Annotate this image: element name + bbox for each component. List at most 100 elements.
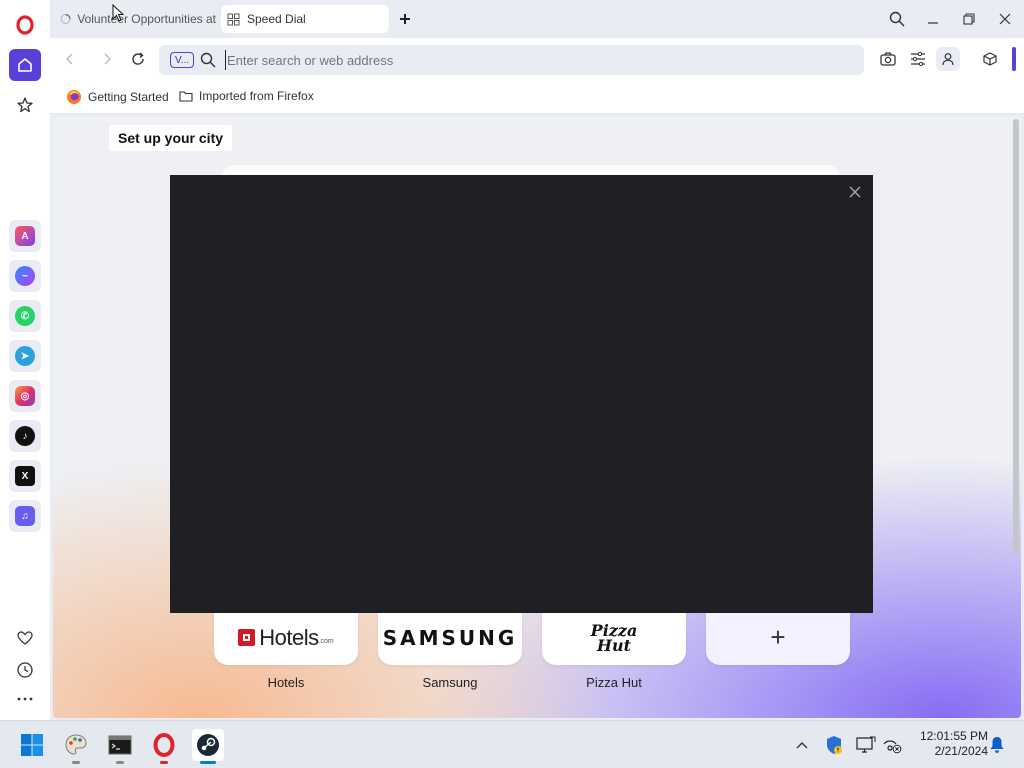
windows-logo-icon xyxy=(21,734,43,756)
arrow-left-icon xyxy=(66,53,73,65)
home-button[interactable] xyxy=(9,49,41,81)
tab-search-button[interactable] xyxy=(884,7,910,31)
taskbar-indicator xyxy=(116,761,124,764)
speed-dial-label: Pizza Hut xyxy=(586,675,642,690)
search-icon xyxy=(200,52,216,68)
modal-close-button[interactable] xyxy=(845,182,865,202)
mouse-cursor-icon xyxy=(112,4,124,22)
taskbar-clock[interactable]: 12:01:55 PM 2/21/2024 xyxy=(906,729,988,759)
minimize-button[interactable] xyxy=(920,7,946,31)
music-app-button[interactable]: ♫ xyxy=(9,500,41,532)
more-dots-icon xyxy=(17,697,33,701)
plus-icon: + xyxy=(770,622,786,652)
display-tray-button[interactable] xyxy=(852,729,880,761)
bell-icon xyxy=(990,737,1004,753)
taskbar-indicator xyxy=(72,761,80,764)
easy-setup-button[interactable] xyxy=(907,48,929,70)
firefox-icon xyxy=(67,90,81,104)
speed-dial-tile-samsung[interactable]: SAMSUNG xyxy=(378,610,522,665)
hotels-logo-suffix: .com xyxy=(318,638,334,645)
taskbar-terminal-app[interactable] xyxy=(104,729,136,761)
media-modal xyxy=(170,175,873,613)
forward-button[interactable] xyxy=(96,48,118,70)
heart-icon xyxy=(17,631,33,645)
x-app-button[interactable]: X xyxy=(9,460,41,492)
sidebar-accent-bar xyxy=(1012,47,1016,71)
bookmark-imported-firefox[interactable]: Imported from Firefox xyxy=(179,89,314,103)
user-icon xyxy=(942,53,954,66)
taskbar-paint-app[interactable] xyxy=(60,729,92,761)
restore-icon xyxy=(963,13,975,25)
favorites-button[interactable] xyxy=(9,622,41,654)
history-button[interactable] xyxy=(9,654,41,686)
restore-button[interactable] xyxy=(956,7,982,31)
windows-taskbar: 12:01:55 PM 2/21/2024 xyxy=(0,720,1024,768)
bookmark-label: Getting Started xyxy=(88,90,169,104)
sidebar: A ~ ✆ ➤ ◎ ♪ X ♫ xyxy=(0,0,50,720)
tab-speed-dial[interactable]: Speed Dial xyxy=(221,5,389,33)
home-icon xyxy=(18,58,32,72)
tab-strip: Volunteer Opportunities at Speed Dial xyxy=(50,0,1024,38)
pizza-hut-logo-text: Pizza Hut xyxy=(590,620,638,655)
whatsapp-icon: ✆ xyxy=(15,306,35,326)
camera-icon xyxy=(880,52,896,66)
instagram-icon: ◎ xyxy=(15,386,35,406)
paint-palette-icon xyxy=(65,734,87,755)
speed-dial-tile-pizza-hut[interactable]: Pizza Hut xyxy=(542,610,686,665)
opera-logo-icon xyxy=(153,733,175,757)
star-icon xyxy=(17,97,33,113)
close-window-button[interactable] xyxy=(992,7,1018,31)
bookmark-getting-started[interactable]: Getting Started xyxy=(66,89,169,105)
steam-icon xyxy=(197,734,219,756)
vpn-badge[interactable]: V... xyxy=(170,52,194,68)
instagram-app-button[interactable]: ◎ xyxy=(9,380,41,412)
telegram-app-button[interactable]: ➤ xyxy=(9,340,41,372)
page-scrollbar[interactable] xyxy=(1013,119,1019,554)
city-setup-prompt[interactable]: Set up your city xyxy=(109,125,233,151)
bookmarks-star-button[interactable] xyxy=(9,89,41,121)
reload-button[interactable] xyxy=(127,48,149,70)
security-tray-button[interactable] xyxy=(820,729,848,761)
plus-icon xyxy=(400,14,410,24)
close-icon xyxy=(849,186,861,198)
speed-dial-tile-hotels[interactable]: Hotels .com xyxy=(214,610,358,665)
new-tab-button[interactable] xyxy=(393,7,417,31)
address-bar: V... xyxy=(159,45,864,75)
address-input[interactable] xyxy=(225,50,845,70)
aria-icon: A xyxy=(15,226,35,246)
monitor-icon xyxy=(856,736,876,753)
minimize-icon xyxy=(928,22,938,24)
speed-dial-label: Hotels xyxy=(267,675,305,690)
clock-icon xyxy=(17,662,33,678)
music-icon: ♫ xyxy=(15,506,35,526)
start-button[interactable] xyxy=(16,729,48,761)
tiktok-app-button[interactable]: ♪ xyxy=(9,420,41,452)
back-button[interactable] xyxy=(59,48,81,70)
extensions-button[interactable] xyxy=(979,48,1001,70)
reload-icon xyxy=(132,52,144,65)
more-button[interactable] xyxy=(9,683,41,715)
settings-sliders-icon xyxy=(911,52,925,66)
tab-title: Volunteer Opportunities at xyxy=(77,12,216,26)
profile-button[interactable] xyxy=(936,47,960,71)
messenger-icon: ~ xyxy=(15,266,35,286)
shield-warning-icon xyxy=(827,736,842,754)
opera-logo-icon[interactable] xyxy=(9,9,41,41)
tab-volunteer[interactable]: Volunteer Opportunities at xyxy=(54,5,216,33)
taskbar-indicator-active xyxy=(200,761,216,764)
snapshot-button[interactable] xyxy=(877,48,899,70)
cube-icon xyxy=(983,52,997,66)
grid-icon xyxy=(227,13,240,25)
messenger-app-button[interactable]: ~ xyxy=(9,260,41,292)
tiktok-icon: ♪ xyxy=(15,426,35,446)
taskbar-opera-app[interactable] xyxy=(148,729,180,761)
speed-dial-add-tile[interactable]: + xyxy=(706,610,850,665)
network-tray-button[interactable] xyxy=(878,729,906,761)
taskbar-steam-app[interactable] xyxy=(192,729,224,761)
show-hidden-icons-button[interactable] xyxy=(788,729,816,761)
address-toolbar: V... xyxy=(50,38,1024,80)
notifications-button[interactable] xyxy=(984,729,1010,761)
whatsapp-app-button[interactable]: ✆ xyxy=(9,300,41,332)
network-disconnected-icon xyxy=(883,740,902,754)
aria-app-button[interactable]: A xyxy=(9,220,41,252)
